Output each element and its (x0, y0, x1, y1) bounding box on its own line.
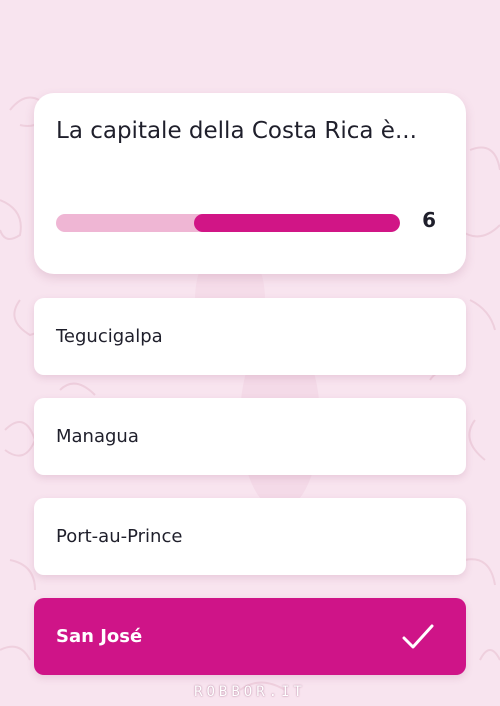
question-card: La capitale della Costa Rica è... 6 (34, 93, 466, 274)
answer-label: Tegucigalpa (56, 326, 163, 347)
answer-option-4-correct[interactable]: San José (34, 598, 466, 675)
answer-option-3[interactable]: Port-au-Prince (34, 498, 466, 575)
watermark: ROBBOR.IT (194, 684, 306, 700)
timer-progress-bar (56, 214, 400, 232)
answer-label: Port-au-Prince (56, 526, 183, 547)
timer-counter: 6 (422, 208, 436, 232)
answer-option-1[interactable]: Tegucigalpa (34, 298, 466, 375)
answer-label: Managua (56, 426, 139, 447)
question-text: La capitale della Costa Rica è... (56, 118, 417, 144)
timer-progress-fill (193, 214, 400, 232)
check-icon (402, 624, 434, 649)
answer-option-2[interactable]: Managua (34, 398, 466, 475)
answer-label: San José (56, 626, 143, 647)
